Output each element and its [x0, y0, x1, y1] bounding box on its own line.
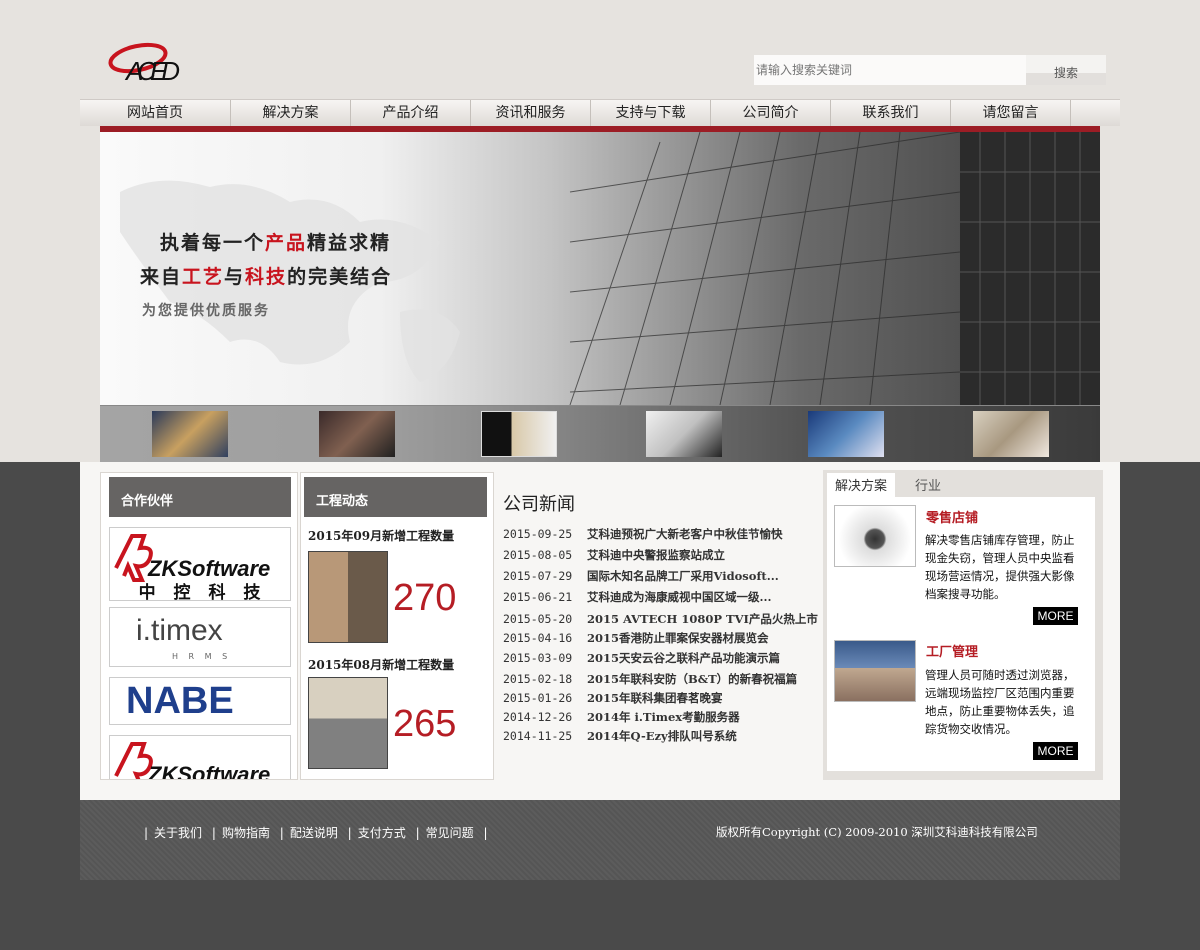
project-title-1[interactable]: 2015年09月新增工程数量	[308, 527, 454, 544]
solution-title-retail[interactable]: 零售店铺	[926, 507, 978, 526]
footer-link-delivery[interactable]: 配送说明	[290, 826, 338, 840]
footer-separator: |	[415, 826, 420, 840]
news-link[interactable]: 艾科迪预祝广大新老客户中秋佳节愉快	[587, 527, 783, 541]
nabe-logo-text: NABE	[126, 680, 234, 722]
nav-item-contact[interactable]: 联系我们	[831, 100, 951, 126]
projects-panel: 工程动态 2015年09月新增工程数量 270 2015年08月新增工程数量 2…	[300, 472, 494, 780]
news-link[interactable]: 2014年Q-Ezy排队叫号系统	[587, 729, 737, 743]
partners-panel: 合作伙伴 ZKSoftware 中 控 科 技 i.timex H R M S …	[100, 472, 298, 780]
project-count-1: 270	[393, 577, 457, 619]
copyright-text: 版权所有Copyright (C) 2009-2010 深圳艾科迪科技有限公司	[716, 825, 1038, 839]
news-item: 2015-02-18 2015年联科安防（B&T）的新春祝福篇	[503, 672, 798, 686]
news-link[interactable]: 艾科迪中央警报监察站成立	[587, 548, 725, 562]
footer-separator: |	[347, 826, 352, 840]
banner-thumb-1[interactable]	[152, 411, 228, 457]
news-item: 2015-01-26 2015年联科集团春茗晚宴	[503, 691, 723, 705]
banner-slogan-line-1: 执着每一个产品精益求精	[160, 232, 392, 254]
news-item: 2014-11-25 2014年Q-Ezy排队叫号系统	[503, 729, 737, 743]
news-link[interactable]: 2015年联科安防（B&T）的新春祝福篇	[587, 672, 797, 686]
partner-logo-zksoftware-2[interactable]: ZKSoftware	[109, 735, 291, 780]
news-item: 2014-12-26 2014年 i.Timex考勤服务器	[503, 710, 740, 724]
partner-logo-itimex[interactable]: i.timex H R M S	[109, 607, 291, 667]
search-input[interactable]	[754, 55, 1026, 85]
main-nav: 网站首页 解决方案 产品介绍 资讯和服务 支持与下载 公司简介 联系我们 请您留…	[80, 99, 1120, 126]
nav-item-home[interactable]: 网站首页	[80, 100, 231, 126]
footer-link-faq[interactable]: 常见问题	[426, 826, 474, 840]
logo-mark: ACED	[108, 42, 180, 86]
banner-thumb-2[interactable]	[319, 411, 395, 457]
footer: | 关于我们 | 购物指南 | 配送说明 | 支付方式 | 常见问题 | 版权所有Copy…	[80, 800, 1120, 880]
news-item: 2015-07-29 国际木知名品牌工厂采用Vidosoft...	[503, 569, 779, 583]
dome-camera-image[interactable]	[834, 505, 916, 567]
news-title: 公司新闻	[503, 494, 575, 515]
footer-separator: |	[211, 826, 216, 840]
banner-thumb-4[interactable]	[646, 411, 722, 457]
news-link[interactable]: 2015年联科集团春茗晚宴	[587, 691, 723, 705]
banner-thumb-5[interactable]	[808, 411, 884, 457]
solution-text-factory: 管理人员可随时透过浏览器，远端现场监控厂区范围内重要地点，防止重要物体丢失，追踪…	[925, 668, 1075, 736]
footer-separator: |	[279, 826, 284, 840]
partner-subtitle: 中 控 科 技	[138, 583, 267, 601]
tab-industry[interactable]: 行业	[907, 473, 949, 498]
banner-slogan-line-3: 为您提供优质服务	[142, 303, 270, 319]
factory-monitoring-image[interactable]	[834, 640, 916, 702]
project-image-1[interactable]	[308, 551, 388, 643]
banner-thumb-3[interactable]	[481, 411, 557, 457]
footer-links: | 关于我们 | 购物指南 | 配送说明 | 支付方式 | 常见问题 |	[138, 824, 494, 841]
news-item: 2015-09-25 艾科迪预祝广大新老客户中秋佳节愉快	[503, 527, 783, 541]
site-logo[interactable]: ACED	[108, 42, 188, 86]
partners-title: 合作伙伴	[109, 477, 291, 517]
footer-separator: |	[483, 826, 488, 840]
footer-link-shopping-guide[interactable]: 购物指南	[222, 826, 270, 840]
more-button-retail[interactable]: MORE	[1033, 607, 1078, 625]
tab-solutions[interactable]: 解决方案	[827, 473, 896, 498]
nav-item-news-service[interactable]: 资讯和服务	[471, 100, 591, 126]
footer-link-payment[interactable]: 支付方式	[358, 826, 406, 840]
banner-thumb-6[interactable]	[973, 411, 1049, 457]
project-count-2: 265	[393, 703, 457, 745]
more-button-factory[interactable]: MORE	[1033, 742, 1078, 760]
hero-banner: 执着每一个产品精益求精 来自工艺与科技的完美结合 为您提供优质服务	[100, 132, 1100, 462]
nav-item-products[interactable]: 产品介绍	[351, 100, 471, 126]
svg-text:ZKSoftware: ZKSoftware	[147, 762, 270, 780]
news-link[interactable]: 2015香港防止罪案保安器材展览会	[587, 631, 769, 645]
nav-item-support-download[interactable]: 支持与下载	[591, 100, 711, 126]
banner-slogan-line-2: 来自工艺与科技的完美结合	[140, 266, 393, 288]
solutions-content: 零售店铺 解决零售店铺库存管理，防止现金失窃，管理人员中央监看现场营运情况，提供…	[827, 497, 1095, 771]
search-button[interactable]: 搜索	[1026, 55, 1106, 85]
solution-text-retail: 解决零售店铺库存管理，防止现金失窃，管理人员中央监看现场营运情况，提供强大影像档…	[925, 533, 1075, 601]
news-item: 2015-05-20 2015 AVTECH 1080P TVI产品火热上市	[503, 612, 818, 626]
news-item: 2015-06-21 艾科迪成为海康威视中国区域一级...	[503, 590, 772, 604]
itimex-logo-text: i.timex	[136, 614, 223, 647]
nav-item-message[interactable]: 请您留言	[951, 100, 1071, 126]
news-link[interactable]: 国际木知名品牌工厂采用Vidosoft...	[587, 569, 779, 583]
project-title-2[interactable]: 2015年08月新增工程数量	[308, 656, 454, 673]
news-item: 2015-08-05 艾科迪中央警报监察站成立	[503, 548, 725, 562]
zksoftware-logo: ZKSoftware	[114, 742, 270, 780]
solutions-panel: 解决方案 行业 零售店铺 解决零售店铺库存管理，防止现金失窃，管理人员中央监看现…	[823, 470, 1103, 780]
itimex-subtitle: H R M S	[172, 652, 232, 661]
news-link[interactable]: 2014年 i.Timex考勤服务器	[587, 710, 740, 724]
nav-item-about[interactable]: 公司简介	[711, 100, 831, 126]
logo-text: ACED	[124, 56, 180, 86]
projects-title: 工程动态	[304, 477, 487, 517]
news-item: 2015-03-09 2015天安云谷之联科产品功能演示篇	[503, 651, 781, 665]
partner-logo-zksoftware[interactable]: ZKSoftware 中 控 科 技	[109, 527, 291, 601]
news-link[interactable]: 2015天安云谷之联科产品功能演示篇	[587, 651, 780, 665]
news-item: 2015-04-16 2015香港防止罪案保安器材展览会	[503, 631, 769, 645]
banner-thumbnail-strip	[100, 405, 1100, 462]
partner-logo-nabe[interactable]: NABE	[109, 677, 291, 725]
solution-title-factory[interactable]: 工厂管理	[926, 641, 978, 660]
news-link[interactable]: 艾科迪成为海康威视中国区域一级...	[587, 590, 772, 604]
news-link[interactable]: 2015 AVTECH 1080P TVI产品火热上市	[587, 612, 818, 626]
footer-link-about[interactable]: 关于我们	[154, 826, 202, 840]
project-image-2[interactable]	[308, 677, 388, 769]
nav-item-solutions[interactable]: 解决方案	[231, 100, 351, 126]
footer-separator: |	[144, 826, 149, 840]
